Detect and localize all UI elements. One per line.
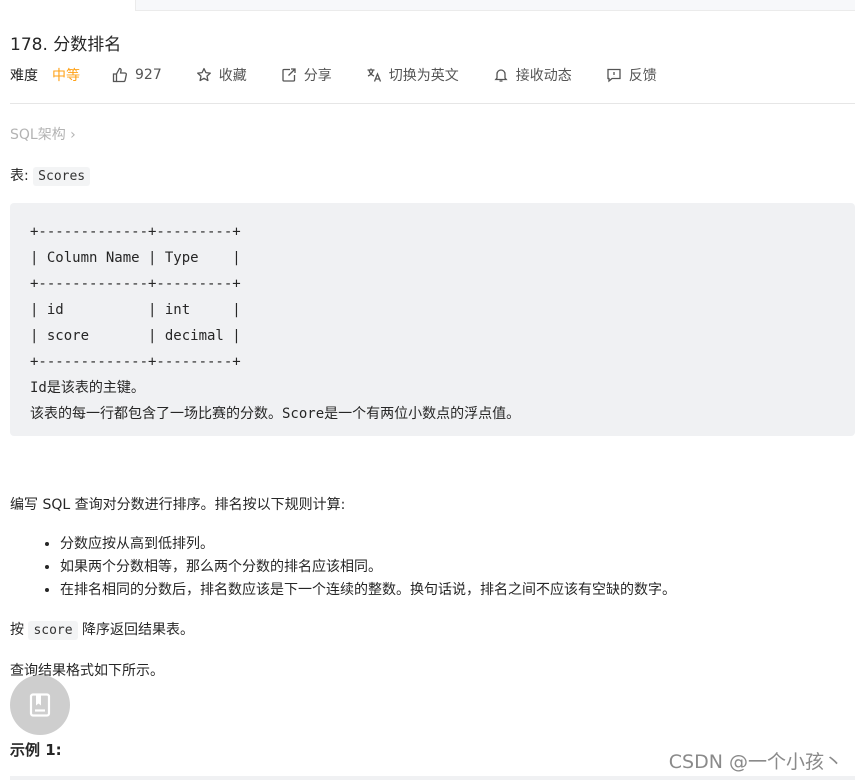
rule-item: 如果两个分数相等，那么两个分数的排名应该相同。 (60, 556, 676, 579)
favorite-label: 收藏 (218, 68, 247, 84)
score-code: score (28, 621, 78, 640)
csdn-watermark: CSDN @一个小孩丶 (668, 751, 843, 773)
thumb-up-icon (112, 67, 127, 83)
share-label: 分享 (303, 68, 332, 84)
schema-line: +-------------+---------+ (30, 354, 241, 370)
notify-label: 接收动态 (515, 68, 572, 84)
table-intro: 表: Scores (10, 165, 91, 186)
bell-icon (494, 69, 508, 82)
problem-title: 178. 分数排名 (10, 35, 122, 55)
order-instruction: 按 score 降序返回结果表。 (10, 619, 195, 640)
schema-line: | score | decimal | (30, 328, 241, 344)
share-icon (282, 68, 296, 82)
problem-description: 178. 分数排名 难度 中等 927 收藏 分享 切换为英文 接收动态 反馈 … (10, 0, 855, 780)
feedback-button[interactable]: 反馈 (606, 65, 657, 85)
favorite-button[interactable]: 收藏 (196, 65, 247, 85)
problem-meta-bar: 难度 中等 927 收藏 分享 切换为英文 接收动态 反馈 (10, 64, 691, 86)
example-code-block (10, 776, 855, 780)
like-button[interactable]: 927 (112, 67, 162, 83)
schema-code-block: +-------------+---------+ | Column Name … (10, 203, 855, 436)
share-button[interactable]: 分享 (281, 65, 332, 85)
sql-schema-label: SQL架构 (10, 127, 66, 143)
table-name-code: Scores (33, 167, 91, 186)
sql-schema-link[interactable]: SQL架构 › (10, 124, 76, 144)
schema-line: | id | int | (30, 302, 241, 318)
switch-language-button[interactable]: 切换为英文 (366, 65, 459, 85)
difficulty-badge: 中等 (52, 68, 80, 84)
star-icon (196, 67, 211, 82)
feedback-icon (607, 68, 621, 83)
notebook-icon (29, 693, 51, 717)
difficulty-label: 难度 (10, 68, 38, 84)
schema-code-text: +-------------+---------+ | Column Name … (30, 219, 520, 427)
example-heading: 示例 1: (10, 741, 62, 759)
schema-line: | Column Name | Type | (30, 250, 241, 266)
table-intro-prefix: 表: (10, 168, 34, 184)
schema-note: Id是该表的主键。 (30, 380, 145, 396)
schema-note: 该表的每一行都包含了一场比赛的分数。Score是一个有两位小数点的浮点值。 (30, 406, 521, 422)
like-count: 927 (135, 67, 162, 83)
chevron-right-icon: › (70, 127, 76, 143)
notify-button[interactable]: 接收动态 (493, 65, 572, 85)
switch-language-label: 切换为英文 (388, 68, 459, 84)
problem-statement: 编写 SQL 查询对分数进行排序。排名按以下规则计算: (10, 497, 346, 513)
schema-line: +-------------+---------+ (30, 224, 241, 240)
rule-item: 在排名相同的分数后，排名数应该是下一个连续的整数。换句话说，排名之间不应该有空缺… (60, 579, 676, 602)
translate-icon (367, 68, 381, 82)
order-prefix: 按 (10, 622, 29, 638)
feedback-label: 反馈 (628, 68, 657, 84)
rule-item: 分数应按从高到低排列。 (60, 533, 676, 556)
notes-floating-button[interactable] (10, 675, 70, 735)
header-divider (10, 103, 855, 104)
schema-line: +-------------+---------+ (30, 276, 241, 292)
order-suffix: 降序返回结果表。 (77, 622, 195, 638)
rules-list: 分数应按从高到低排列。 如果两个分数相等，那么两个分数的排名应该相同。 在排名相… (10, 533, 676, 602)
